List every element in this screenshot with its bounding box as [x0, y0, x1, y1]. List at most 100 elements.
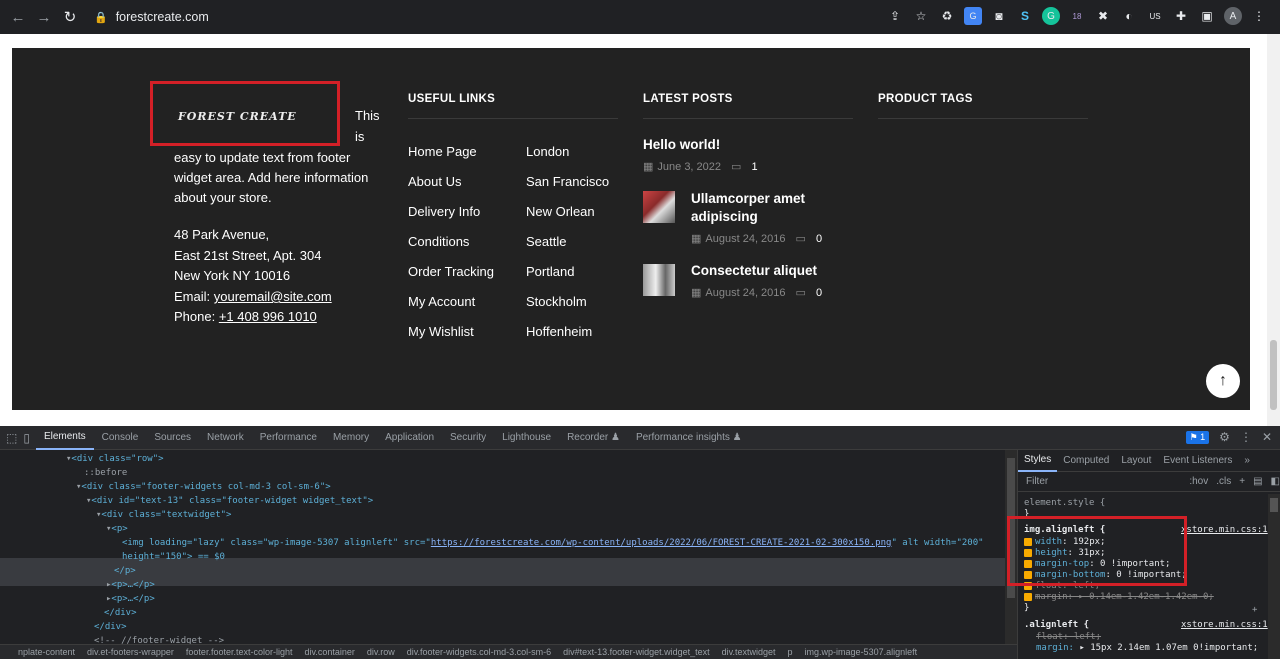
address-bar[interactable]: 🔒 forestcreate.com — [94, 10, 894, 24]
dom-p-collapsed-2[interactable]: ▸<p>…</p> — [106, 592, 155, 606]
tab-network[interactable]: Network — [199, 426, 252, 450]
dom-before[interactable]: ::before — [84, 466, 127, 480]
extension-us-icon[interactable]: US — [1146, 7, 1164, 25]
styles-filter-input[interactable]: Filter — [1026, 476, 1048, 487]
tab-layout[interactable]: Layout — [1115, 450, 1157, 472]
extension-18-icon[interactable]: 18 — [1068, 7, 1086, 25]
back-to-top-button[interactable]: ↑ — [1206, 364, 1240, 398]
link-home-page[interactable]: Home Page — [408, 144, 477, 159]
tab-elements[interactable]: Elements — [35, 426, 94, 450]
styles-scrollbar[interactable] — [1268, 494, 1280, 659]
dom-row-div[interactable]: ▾<div class="row"> — [66, 452, 164, 466]
tab-event-listeners[interactable]: Event Listeners — [1157, 450, 1238, 472]
tab-performance-insights[interactable]: Performance insights ♟ — [628, 426, 750, 450]
rule2-selector[interactable]: .alignleft { — [1024, 620, 1089, 630]
link-order-tracking[interactable]: Order Tracking — [408, 264, 494, 279]
elements-tree[interactable]: ▾<div class="row"> ::before ▾<div class=… — [0, 450, 1005, 644]
tab-memory[interactable]: Memory — [325, 426, 377, 450]
post-title-1[interactable]: Hello world! — [643, 136, 720, 154]
rule2-prop-float[interactable]: float: left; — [1036, 632, 1101, 642]
dom-text-13[interactable]: ▾<div id="text-13" class="footer-widget … — [86, 494, 373, 508]
dom-img-line-2[interactable]: height="150"> == $0 — [122, 550, 225, 564]
link-conditions[interactable]: Conditions — [408, 234, 469, 249]
page-scrollbar-thumb[interactable] — [1270, 340, 1277, 410]
crumb-container[interactable]: div.container — [304, 647, 354, 657]
more-tabs-icon[interactable]: » — [1238, 450, 1256, 472]
crumb-textwidget[interactable]: div.textwidget — [722, 647, 776, 657]
menu-kebab-icon[interactable]: ⋮ — [1250, 7, 1268, 25]
tab-lighthouse[interactable]: Lighthouse — [494, 426, 559, 450]
extensions-puzzle-icon[interactable]: ✚ — [1172, 7, 1190, 25]
rule2-prop-margin[interactable]: margin: ▸ 15px 2.14em 1.07em 0!important… — [1036, 643, 1258, 653]
sidebar-toggle-icon[interactable]: ◧ — [1271, 476, 1280, 487]
link-delivery-info[interactable]: Delivery Info — [408, 204, 480, 219]
crumb-p[interactable]: p — [788, 647, 793, 657]
rule1-source-link[interactable]: xstore.min.css:1 — [1181, 525, 1268, 535]
tab-application[interactable]: Application — [377, 426, 442, 450]
post-title-2-line-1[interactable]: Ullamcorper amet — [691, 190, 805, 208]
extension-translate-icon[interactable]: G — [964, 7, 982, 25]
tab-recorder[interactable]: Recorder ♟ — [559, 426, 628, 450]
post-title-2-line-2[interactable]: adipiscing — [691, 208, 758, 226]
cls-toggle[interactable]: .cls — [1216, 476, 1231, 487]
rule1-prop-margin[interactable]: margin: ▸ 0.14em-1.42em-1.42em-0; — [1024, 592, 1214, 602]
dom-p-collapsed-1[interactable]: ▸<p>…</p> — [106, 578, 155, 592]
extension-s-icon[interactable]: S — [1016, 7, 1034, 25]
dom-div-close-1[interactable]: </div> — [104, 606, 137, 620]
link-about-us[interactable]: About Us — [408, 174, 461, 189]
post-thumbnail-2[interactable] — [643, 191, 675, 223]
inspect-element-icon[interactable]: ⬚ — [6, 431, 17, 445]
more-options-icon[interactable]: ⋮ — [1240, 430, 1252, 444]
sidebar-icon[interactable]: ▣ — [1198, 7, 1216, 25]
styles-scrollbar-thumb[interactable] — [1270, 498, 1278, 512]
crumb-text-13[interactable]: div#text-13.footer-widget.widget_text — [563, 647, 710, 657]
issues-badge[interactable]: ⚑ 1 — [1185, 430, 1210, 444]
link-seattle[interactable]: Seattle — [526, 234, 566, 249]
link-new-orlean[interactable]: New Orlean — [526, 204, 595, 219]
element-style-rule[interactable]: element.style { — [1024, 498, 1105, 508]
tab-security[interactable]: Security — [442, 426, 494, 450]
extension-recycle-icon[interactable]: ♻ — [938, 7, 956, 25]
crumb-template-content[interactable]: nplate-content — [18, 647, 75, 657]
dom-textwidget[interactable]: ▾<div class="textwidget"> — [96, 508, 231, 522]
bookmark-star-icon[interactable]: ☆ — [912, 7, 930, 25]
extension-camera-icon[interactable]: ◙ — [990, 7, 1008, 25]
post-title-3[interactable]: Consectetur aliquet — [691, 262, 817, 280]
extension-spiral-icon[interactable]: ◐ — [1120, 7, 1138, 25]
link-stockholm[interactable]: Stockholm — [526, 294, 587, 309]
tab-performance[interactable]: Performance — [252, 426, 325, 450]
dom-p-close[interactable]: </p> — [114, 564, 136, 578]
crumb-footers-wrapper[interactable]: div.et-footers-wrapper — [87, 647, 174, 657]
crumb-footer-widgets[interactable]: div.footer-widgets.col-md-3.col-sm-6 — [407, 647, 551, 657]
dom-footer-widgets[interactable]: ▾<div class="footer-widgets col-md-3 col… — [76, 480, 331, 494]
phone-link[interactable]: +1 408 996 1010 — [219, 309, 317, 324]
crumb-row[interactable]: div.row — [367, 647, 395, 657]
dom-p-open[interactable]: ▾<p> — [106, 522, 128, 536]
extension-x-icon[interactable]: ✖ — [1094, 7, 1112, 25]
email-link[interactable]: youremail@site.com — [214, 289, 332, 304]
device-toggle-icon[interactable]: ▯ — [23, 431, 30, 445]
link-london[interactable]: London — [526, 144, 569, 159]
rule2-source-link[interactable]: xstore.min.css:1 — [1181, 620, 1268, 630]
dom-comment[interactable]: <!-- //footer-widget --> — [94, 634, 224, 644]
link-my-account[interactable]: My Account — [408, 294, 475, 309]
dom-div-close-2[interactable]: </div> — [94, 620, 127, 634]
computed-toggle-icon[interactable]: ▤ — [1253, 476, 1262, 487]
back-icon[interactable]: ← — [8, 7, 28, 27]
reload-icon[interactable]: ↻ — [60, 7, 80, 27]
crumb-footer[interactable]: footer.footer.text-color-light — [186, 647, 293, 657]
extension-grammarly-icon[interactable]: G — [1042, 7, 1060, 25]
link-hoffenheim[interactable]: Hoffenheim — [526, 324, 592, 339]
add-rule-icon[interactable]: + — [1239, 476, 1245, 487]
hov-toggle[interactable]: :hov — [1189, 476, 1208, 487]
crumb-img[interactable]: img.wp-image-5307.alignleft — [805, 647, 918, 657]
link-my-wishlist[interactable]: My Wishlist — [408, 324, 474, 339]
settings-gear-icon[interactable]: ⚙ — [1219, 430, 1230, 444]
forward-icon[interactable]: → — [34, 7, 54, 27]
tab-sources[interactable]: Sources — [146, 426, 199, 450]
share-icon[interactable]: ⇪ — [886, 7, 904, 25]
page-scrollbar[interactable] — [1267, 34, 1280, 426]
close-devtools-icon[interactable]: ✕ — [1262, 430, 1272, 444]
link-san-francisco[interactable]: San Francisco — [526, 174, 609, 189]
tab-styles[interactable]: Styles — [1018, 450, 1058, 472]
